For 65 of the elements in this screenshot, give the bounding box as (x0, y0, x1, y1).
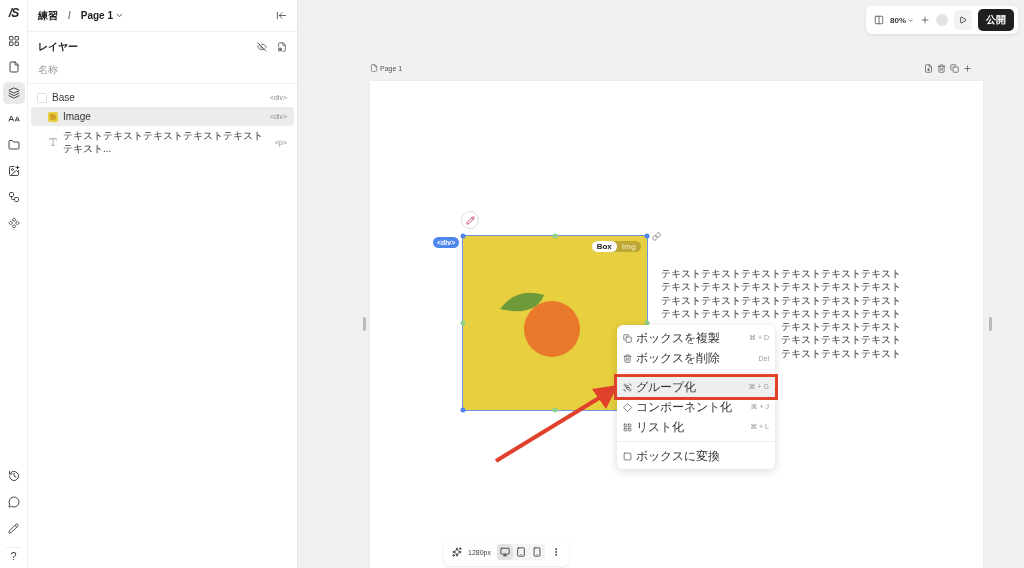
copy-icon[interactable] (950, 64, 959, 73)
paragraph-line: テキストテキストテキスト (781, 320, 901, 334)
layers-title: レイヤー (38, 40, 79, 54)
paragraph-line: テキストテキストテキスト (781, 333, 901, 347)
layers-icon[interactable] (2, 82, 25, 104)
plus-icon[interactable] (920, 15, 930, 25)
plus-icon[interactable] (963, 64, 972, 73)
edit-button[interactable] (461, 211, 479, 229)
menu-item-label: コンポーネント化 (636, 398, 733, 416)
frame-icon (37, 92, 47, 103)
project-name[interactable]: 練習 (38, 8, 58, 23)
collapse-panel-icon[interactable] (276, 10, 287, 21)
chevron-down-icon (115, 11, 125, 20)
breadcrumb-separator: / (68, 10, 71, 21)
avatar (936, 14, 948, 26)
page-icon (370, 64, 378, 72)
delete-icon (623, 353, 632, 363)
pencil-icon (465, 215, 475, 225)
page-dropdown[interactable]: Page 1 (80, 10, 125, 21)
resize-handle[interactable] (552, 407, 558, 413)
layer-name: テキストテキストテキストテキストテキストテキスト... (63, 129, 264, 155)
paragraph-line: テキストテキストテキストテキストテキストテキスト (661, 293, 901, 307)
image-thumbnail-icon (48, 111, 58, 122)
add-page-icon[interactable] (924, 64, 933, 73)
sparkle-icon[interactable] (452, 547, 462, 557)
resize-handle[interactable] (363, 317, 366, 331)
panel-toggle-icon[interactable] (874, 15, 884, 25)
duplicate-icon (623, 333, 632, 343)
zoom-dropdown[interactable]: 80% (890, 15, 914, 25)
resize-handle[interactable] (989, 317, 992, 331)
help-button[interactable]: ? (6, 547, 21, 564)
menu-item-label: リスト化 (636, 418, 685, 436)
resize-handle[interactable] (460, 233, 466, 239)
resize-handle[interactable] (552, 233, 558, 239)
link-icon[interactable] (652, 232, 661, 241)
list-icon (623, 422, 632, 432)
resize-handle[interactable] (644, 320, 650, 326)
paragraph-line: テキストテキストテキスト (781, 346, 901, 361)
play-icon (959, 16, 967, 24)
logo[interactable]: /S (8, 6, 19, 20)
menu-item-label: グループ化 (636, 378, 697, 396)
text-icon (48, 137, 58, 147)
group-icon (623, 382, 632, 392)
menu-item-label: ボックスに変換 (636, 447, 721, 465)
paragraph-line: テキストテキストテキストテキストテキストテキスト (661, 280, 901, 294)
menu-item[interactable]: ボックスに変換 (617, 446, 775, 466)
paragraph-line: テキストテキストテキストテキストテキストテキスト (661, 306, 901, 321)
desktop-icon[interactable] (496, 544, 513, 560)
eye-off-icon[interactable] (257, 42, 267, 52)
resize-handle[interactable] (460, 320, 466, 326)
menu-item-label: ボックスを複製 (636, 329, 721, 347)
paragraph-line: テキストテキストテキストテキストテキストテキスト (661, 267, 901, 281)
resize-handle[interactable] (644, 233, 650, 239)
menu-item-label: ボックスを削除 (636, 349, 721, 367)
publish-button[interactable]: 公開 (978, 9, 1014, 31)
mode-toggle[interactable]: Box (591, 241, 617, 252)
resize-handle[interactable] (460, 407, 466, 413)
component-icon (623, 402, 632, 412)
layer-name: Base (52, 91, 76, 104)
file-settings-icon[interactable] (277, 42, 287, 52)
layer-name: Image (63, 110, 92, 123)
box-icon (623, 451, 632, 461)
chevron-down-icon (907, 16, 914, 24)
preview-button[interactable] (954, 10, 972, 30)
delete-icon[interactable] (937, 64, 946, 73)
